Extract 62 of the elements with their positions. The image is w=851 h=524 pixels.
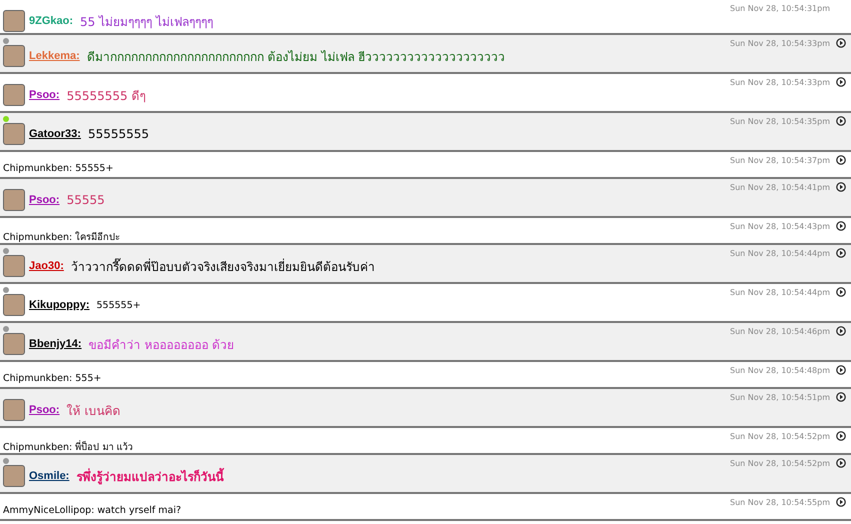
- play-circle-icon[interactable]: [836, 77, 846, 87]
- avatar-image: [3, 333, 25, 355]
- message-text: ดีมากกกกกกกกกกกกกกกกกกกกกก ต้องไม่ยม ไม่เฟล ฮีวววววววววววววววววววว: [86, 48, 506, 66]
- message-text: 55555: [66, 193, 105, 207]
- username-link[interactable]: Psoo:: [29, 404, 60, 416]
- timestamp: Sun Nov 28, 10:54:33pm: [730, 78, 830, 86]
- timestamp: Sun Nov 28, 10:54:33pm: [730, 38, 830, 48]
- avatar-image: [3, 255, 25, 277]
- message-text: Chipmunkben: 555+: [3, 373, 102, 384]
- play-circle-icon[interactable]: [836, 248, 846, 258]
- message-text: Chipmunkben: ใครมีอีกปะ: [3, 230, 120, 244]
- play-circle-icon[interactable]: [836, 182, 846, 192]
- timestamp: Sun Nov 28, 10:54:51pm: [730, 392, 830, 402]
- play-circle-icon[interactable]: [836, 431, 846, 441]
- play-circle-icon[interactable]: [836, 38, 846, 48]
- play-circle-icon[interactable]: [836, 365, 846, 375]
- timestamp: Sun Nov 28, 10:54:41pm: [730, 182, 830, 192]
- username-link[interactable]: Osmile:: [29, 470, 70, 482]
- play-circle-icon[interactable]: [836, 155, 846, 165]
- avatar-image: [3, 45, 25, 67]
- avatar-image: [3, 10, 25, 32]
- message-text: ให้ เบนคิด: [66, 402, 120, 420]
- play-circle-icon[interactable]: [836, 221, 846, 231]
- timestamp: Sun Nov 28, 10:54:44pm: [730, 248, 830, 258]
- avatar-image: [3, 294, 25, 316]
- play-circle-icon[interactable]: [836, 392, 846, 402]
- timestamp: Sun Nov 28, 10:54:48pm: [730, 366, 830, 374]
- timestamp: Sun Nov 28, 10:54:43pm: [730, 222, 830, 230]
- message-text: 55 ไม่ยมๆๆๆๆ ไม่เฟลๆๆๆๆ: [80, 14, 213, 30]
- timestamp: Sun Nov 28, 10:54:52pm: [730, 458, 830, 468]
- avatar-image: [3, 189, 25, 211]
- message-text: รพึ่งรู้ว่ายมแปลว่าอะไรก็วันนี้: [76, 466, 224, 486]
- username-link[interactable]: Kikupoppy:: [29, 299, 90, 311]
- message-text: Chipmunkben: พี่ป็อป มา แว้ว: [3, 439, 132, 454]
- username-link[interactable]: Psoo:: [29, 89, 60, 101]
- timestamp: Sun Nov 28, 10:54:44pm: [730, 288, 830, 296]
- timestamp: Sun Nov 28, 10:54:35pm: [730, 116, 830, 126]
- play-circle-icon[interactable]: [836, 458, 846, 468]
- username-link[interactable]: Gatoor33:: [29, 128, 81, 140]
- message-text: 55555555: [88, 127, 150, 141]
- timestamp: Sun Nov 28, 10:54:55pm: [730, 498, 830, 506]
- username-link[interactable]: Psoo:: [29, 194, 60, 206]
- username-link[interactable]: Jao30:: [29, 260, 64, 272]
- avatar-image: [3, 123, 25, 145]
- timestamp: Sun Nov 28, 10:54:46pm: [730, 326, 830, 336]
- message-text: ขอมีคำว่า หออออออออ ด้วย: [88, 336, 234, 354]
- avatar-image: [3, 84, 25, 106]
- timestamp: Sun Nov 28, 10:54:37pm: [730, 156, 830, 164]
- message-text: 555555+: [96, 300, 141, 310]
- message-text: Chipmunkben: 55555+: [3, 163, 114, 174]
- play-circle-icon[interactable]: [836, 116, 846, 126]
- message-text: 55555555 ดีๆ: [66, 88, 146, 104]
- play-circle-icon[interactable]: [836, 497, 846, 507]
- play-circle-icon[interactable]: [836, 287, 846, 297]
- timestamp: Sun Nov 28, 10:54:52pm: [730, 432, 830, 440]
- avatar-image: [3, 465, 25, 487]
- timestamp: Sun Nov 28, 10:54:31pm: [730, 4, 830, 12]
- message-text: ว้าววากรี๊ดดดพี่ป๊อบบตัวจริงเสียงจริงมาเยี่ยมยินดีต้อนรับค่า: [70, 257, 375, 276]
- message-text: AmmyNiceLollipop: watch yrself mai?: [3, 505, 182, 516]
- avatar-image: [3, 399, 25, 421]
- username-link[interactable]: Bbenjy14:: [29, 338, 82, 350]
- play-circle-icon[interactable]: [836, 326, 846, 336]
